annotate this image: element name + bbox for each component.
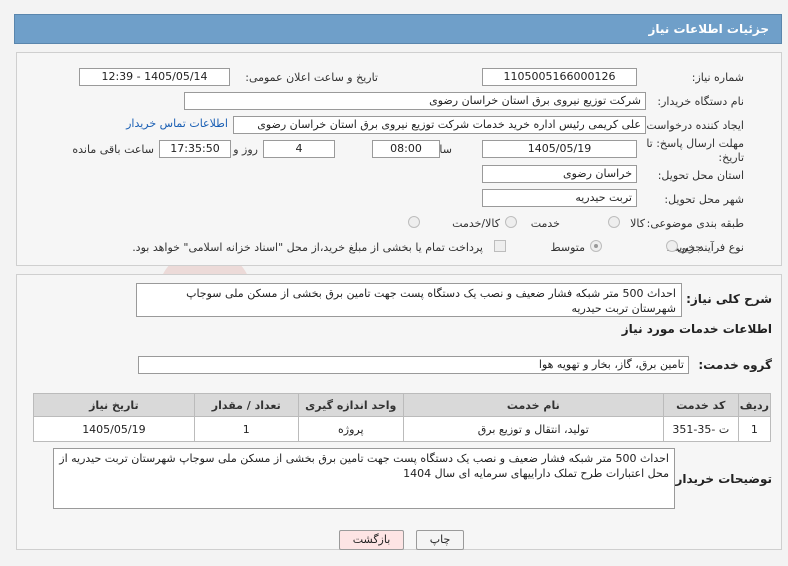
page-title: جزئیات اطلاعات نیاز	[648, 22, 769, 36]
need-number-label: شماره نیاز:	[691, 71, 744, 84]
deadline-time-field[interactable]: 08:00	[372, 140, 440, 158]
process-medium-radio[interactable]	[590, 240, 602, 252]
category-label: طبقه بندی موضوعی:	[646, 217, 744, 230]
col-date: تاریخ نیاز	[33, 393, 195, 417]
process-minor-label: جزیی	[676, 241, 702, 254]
days-remaining-field[interactable]: 4	[263, 140, 335, 158]
description-label: شرح کلی نیاز:	[686, 292, 772, 306]
buyer-field[interactable]: شرکت توزیع نیروی برق استان خراسان رضوی	[184, 92, 646, 110]
announce-date-label: تاریخ و ساعت اعلان عمومی:	[245, 71, 378, 84]
buyer-contact-link[interactable]: اطلاعات تماس خریدار	[126, 117, 228, 130]
province-label: استان محل تحویل:	[657, 169, 744, 182]
service-group-label: گروه خدمت:	[698, 358, 772, 372]
category-service-label: خدمت	[530, 217, 560, 230]
col-code: کد خدمت	[662, 393, 739, 417]
col-index: ردیف	[737, 393, 772, 417]
cell-code: ت -35-351	[662, 416, 739, 442]
deadline-date-field[interactable]: 1405/05/19	[482, 140, 637, 158]
category-goods-radio[interactable]	[608, 216, 620, 228]
need-number-field[interactable]: 1105005166000126	[482, 68, 637, 86]
city-label: شهر محل تحویل:	[664, 193, 744, 206]
category-goods-label: کالا	[630, 217, 645, 230]
time-remaining-label: ساعت باقی مانده	[72, 143, 154, 156]
treasury-payment-note: پرداخت تمام یا بخشی از مبلغ خرید،از محل …	[132, 241, 483, 254]
process-medium-label: متوسط	[550, 241, 585, 254]
category-goods-service-radio[interactable]	[408, 216, 420, 228]
page-header: جزئیات اطلاعات نیاز	[14, 14, 782, 44]
category-service-radio[interactable]	[505, 216, 517, 228]
deadline-date-label: تاریخ:	[718, 151, 744, 164]
services-table: ردیف کد خدمت نام خدمت واحد اندازه گیری ت…	[33, 393, 772, 442]
city-field[interactable]: تربت حیدریه	[482, 189, 637, 207]
creator-label: ایجاد کننده درخواست:	[642, 119, 744, 132]
table-row[interactable]: 1 ت -35-351 تولید، انتقال و توزیع برق پر…	[33, 416, 772, 442]
col-unit: واحد اندازه گیری	[297, 393, 404, 417]
time-remaining-field[interactable]: 17:35:50	[159, 140, 231, 158]
cell-index: 1	[737, 416, 772, 442]
creator-field[interactable]: علی کریمی رئیس اداره خرید خدمات شرکت توز…	[233, 116, 646, 134]
buyer-label: نام دستگاه خریدار:	[657, 95, 744, 108]
cell-name: تولید، انتقال و توزیع برق	[402, 416, 664, 442]
print-button[interactable]: چاپ	[416, 530, 464, 550]
treasury-payment-checkbox[interactable]	[494, 240, 506, 252]
col-name: نام خدمت	[402, 393, 664, 417]
cell-date: 1405/05/19	[33, 416, 195, 442]
table-header-row: ردیف کد خدمت نام خدمت واحد اندازه گیری ت…	[33, 393, 772, 417]
days-label: روز و	[233, 143, 258, 156]
buyer-notes-label: توضیحات خریدار:	[670, 472, 772, 486]
category-goods-service-label: کالا/خدمت	[452, 217, 500, 230]
services-section-title: اطلاعات خدمات مورد نیاز	[621, 322, 772, 336]
service-group-field[interactable]: تامین برق، گاز، بخار و تهویه هوا	[138, 356, 689, 374]
back-button[interactable]: بازگشت	[339, 530, 404, 550]
col-qty: تعداد / مقدار	[193, 393, 299, 417]
buyer-notes-field[interactable]: احداث 500 متر شبکه فشار ضعیف و نصب یک دس…	[53, 448, 675, 509]
cell-qty: 1	[193, 416, 299, 442]
province-field[interactable]: خراسان رضوی	[482, 165, 637, 183]
announce-date-field[interactable]: 1405/05/14 - 12:39	[79, 68, 230, 86]
description-field[interactable]: احداث 500 متر شبکه فشار ضعیف و نصب یک دس…	[136, 283, 682, 317]
cell-unit: پروژه	[297, 416, 404, 442]
deadline-label: مهلت ارسال پاسخ: تا	[646, 137, 744, 150]
